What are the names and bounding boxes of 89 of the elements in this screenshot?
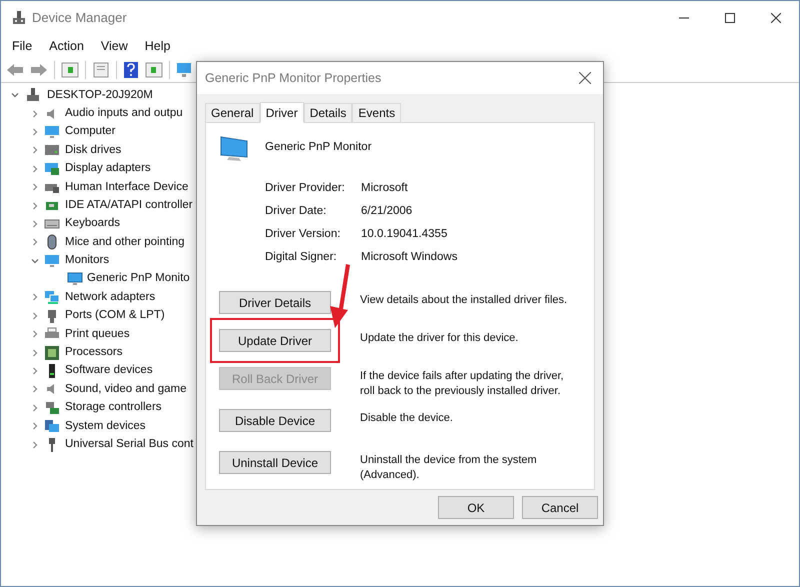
tree-item[interactable]: Generic PnP Monito [87,270,190,288]
device-manager-icon [11,10,27,26]
action-description: Disable the device. [360,411,454,426]
collapse-chevron-icon[interactable] [11,91,19,100]
action-description: Uninstall the device from the system (Advanced). [360,453,538,483]
tree-item[interactable]: Computer [65,123,116,141]
expand-chevron-icon[interactable] [31,128,39,136]
tree-item[interactable]: Audio inputs and outpu [65,104,183,122]
dialog-button[interactable]: Uninstall Device [219,451,331,474]
help-icon[interactable] [123,60,139,78]
expand-chevron-icon[interactable] [31,164,39,173]
monitor-icon [44,124,60,140]
expand-chevron-icon[interactable] [31,312,39,320]
tree-item[interactable]: Human Interface Device [65,178,188,196]
dialog-button[interactable]: Update Driver [219,329,331,352]
expand-chevron-icon[interactable] [31,146,39,154]
tree-item[interactable]: Universal Serial Bus cont [65,436,194,454]
dialog-button[interactable]: Driver Details [219,291,331,314]
menu-item[interactable]: Help [138,36,176,56]
property-value: Microsoft [361,181,408,195]
monitor-icon [67,271,83,288]
scan-monitor-icon[interactable] [176,62,194,78]
action-description: If the device fails after updating the driver, roll back to the previously installed driver. [360,369,565,399]
forward-arrow-icon[interactable] [30,62,48,76]
expand-chevron-icon[interactable] [31,220,39,228]
tree-item[interactable]: Print queues [65,326,130,343]
property-value: Microsoft Windows [361,250,458,264]
tab[interactable]: Details [304,103,352,122]
tree-item[interactable]: IDE ATA/ATAPI controller [65,196,193,214]
back-arrow-icon[interactable] [6,62,24,76]
tree-item[interactable]: Ports (COM & LPT) [65,307,165,324]
property-value: 10.0.19041.4355 [361,227,448,241]
expand-chevron-icon[interactable] [31,330,39,338]
tree-item[interactable]: Storage controllers [65,399,162,416]
expand-chevron-icon[interactable] [31,422,39,430]
tree-item[interactable]: Keyboards [65,215,120,233]
close-icon [771,13,781,23]
close-icon[interactable] [579,72,591,84]
computer-tower-icon [25,87,41,104]
expand-chevron-icon[interactable] [31,404,39,412]
tab[interactable]: Events [352,103,402,122]
expand-chevron-icon[interactable] [31,367,39,376]
menu-item[interactable]: Action [43,36,90,56]
window-title: Device Manager [32,9,127,28]
tree-item[interactable]: Processors [65,344,123,362]
menu-item[interactable]: File [6,36,38,56]
action-description: Update the driver for this device. [360,331,520,346]
properties-icon[interactable] [92,62,110,78]
tree-item[interactable]: Monitors [65,252,110,270]
collapse-chevron-icon[interactable] [31,256,39,265]
monitor-icon [44,252,60,269]
tree-item[interactable]: Sound, video and game [65,380,186,398]
expand-chevron-icon[interactable] [31,238,39,246]
dialog-button[interactable]: Disable Device [219,409,331,432]
display-adapter-icon [44,160,60,177]
expand-chevron-icon[interactable] [31,293,39,302]
processor-chip-icon [44,344,60,361]
tree-item[interactable]: Display adapters [65,160,151,178]
dialog-button[interactable]: OK [438,496,514,519]
tab[interactable]: General [205,103,260,122]
dialog-title: Generic PnP Monitor Properties [205,70,382,87]
expand-chevron-icon[interactable] [31,440,39,449]
property-value: 6/21/2006 [361,204,412,218]
storage-controller-icon [44,400,60,416]
maximize-icon [725,13,735,23]
computer-folder-icon [44,418,60,434]
tree-item[interactable]: DESKTOP-20J920M [47,86,153,104]
tab[interactable]: Driver [260,102,304,123]
menu-item[interactable]: View [94,36,134,56]
tree-item[interactable]: Mice and other pointing [65,234,185,251]
device-name: Generic PnP Monitor [265,140,372,155]
tree-item[interactable]: Disk drives [65,142,122,159]
property-label: Digital Signer: [265,250,338,264]
action-pane-icon[interactable] [145,62,163,78]
network-icon [44,289,60,306]
action-description: View details about the installed driver files. [360,293,568,308]
tree-item[interactable]: Software devices [65,362,153,380]
expand-chevron-icon[interactable] [31,202,39,210]
console-tree-icon[interactable] [61,62,79,78]
expand-chevron-icon[interactable] [31,110,39,118]
property-label: Driver Version: [265,227,342,241]
tree-item[interactable]: System devices [65,418,146,435]
dialog-button[interactable]: Cancel [522,496,598,519]
expand-chevron-icon[interactable] [31,183,39,192]
expand-chevron-icon[interactable] [31,385,39,394]
property-label: Driver Date: [265,204,328,218]
expand-chevron-icon[interactable] [31,348,39,357]
property-label: Driver Provider: [265,181,346,195]
tree-item[interactable]: Network adapters [65,288,156,306]
